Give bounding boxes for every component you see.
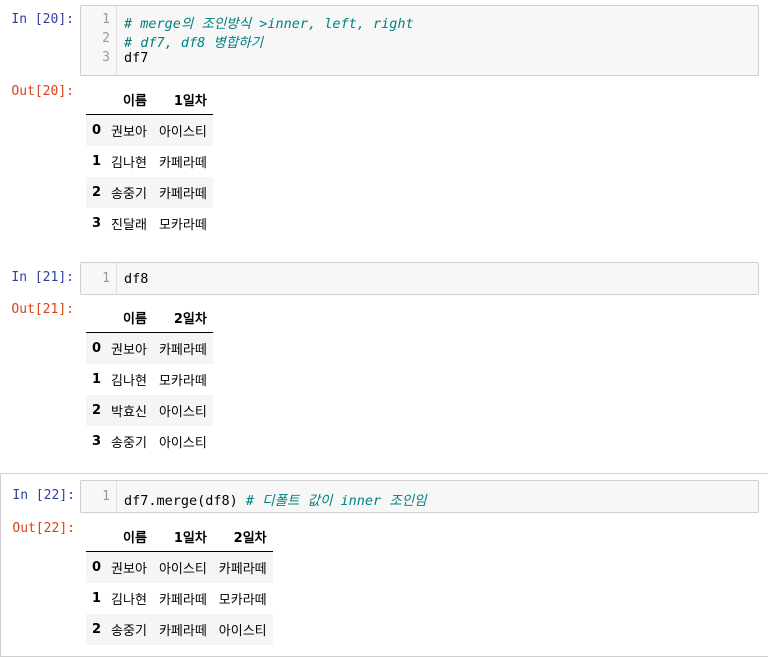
- line-number: 1: [102, 489, 110, 504]
- table-cell: 권보아: [111, 562, 147, 577]
- table-cell: 카페라떼: [158, 624, 207, 639]
- code-comment: # 디폴트 값이 inner 조인임: [245, 493, 427, 509]
- table-cell: 김나현: [111, 374, 147, 389]
- input-prompt: In [21]:: [11, 270, 74, 285]
- table-header-row: 이름 1일차 2일차: [86, 521, 273, 552]
- column-header: 이름: [105, 521, 153, 552]
- dataframe-table: 이름 2일차 0 권보아 카페라떼 1 김나현 모카라떼 2 박효신 아이스티 …: [86, 302, 213, 457]
- row-index: 2: [92, 622, 102, 637]
- table-row: 0 권보아 아이스티: [86, 114, 213, 146]
- line-number: 1: [102, 271, 110, 286]
- table-cell: 아이스티: [158, 405, 207, 420]
- table-cell: 김나현: [111, 593, 147, 608]
- line-number-gutter: 1: [81, 481, 117, 512]
- table-cell: 카페라떼: [218, 562, 267, 577]
- table-row: 3 송중기 아이스티: [86, 426, 213, 457]
- line-number: 1: [102, 12, 110, 27]
- code-text: df7.merge(df8): [124, 493, 246, 509]
- table-cell: 아이스티: [158, 436, 207, 451]
- column-header: 1일차: [152, 84, 213, 115]
- row-index: 1: [92, 372, 102, 387]
- table-cell: 모카라떼: [158, 374, 207, 389]
- row-index: 0: [92, 341, 102, 356]
- table-cell: 카페라떼: [158, 343, 207, 358]
- row-index: 3: [92, 434, 102, 449]
- table-row: 1 김나현 모카라떼: [86, 364, 213, 395]
- line-number-gutter: 1 2 3: [81, 6, 117, 75]
- table-row: 2 송중기 카페라떼: [86, 177, 213, 208]
- input-prompt: In [20]:: [11, 12, 74, 27]
- table-cell: 모카라떼: [218, 593, 267, 608]
- code-editor[interactable]: 1 df8: [80, 262, 759, 295]
- table-row: 0 권보아 카페라떼: [86, 332, 213, 364]
- table-row: 1 김나현 카페라떼: [86, 146, 213, 177]
- row-index: 3: [92, 216, 102, 231]
- table-row: 2 박효신 아이스티: [86, 395, 213, 426]
- line-number: 2: [102, 31, 110, 46]
- row-index: 2: [92, 403, 102, 418]
- row-index: 1: [92, 591, 102, 606]
- notebook-cell-20[interactable]: In [20]: 1 2 3 # merge의 조인방식 >inner, lef…: [0, 0, 768, 248]
- dataframe-table: 이름 1일차 2일차 0 권보아 아이스티 카페라떼 1 김나현 카페라떼 모카…: [86, 521, 273, 645]
- index-header: [86, 84, 106, 115]
- code-editor[interactable]: 1 2 3 # merge의 조인방식 >inner, left, right …: [80, 5, 759, 76]
- table-row: 2 송중기 카페라떼 아이스티: [86, 614, 273, 645]
- table-cell: 송중기: [111, 187, 147, 202]
- index-header: [86, 521, 106, 552]
- column-header: 이름: [105, 302, 153, 333]
- code-line-comment: # merge의 조인방식 >inner, left, right: [124, 16, 414, 32]
- code-editor[interactable]: 1 df7.merge(df8) # 디폴트 값이 inner 조인임: [80, 480, 759, 513]
- table-cell: 아이스티: [158, 562, 207, 577]
- line-number-gutter: 1: [81, 263, 117, 294]
- column-header: 2일차: [212, 521, 273, 552]
- notebook-cell-21[interactable]: In [21]: 1 df8 Out[21]: 이름 2일차 0 권보아 카페라…: [0, 256, 768, 468]
- table-cell: 진달래: [111, 218, 147, 233]
- table-row: 1 김나현 카페라떼 모카라떼: [86, 583, 273, 614]
- table-cell: 송중기: [111, 624, 147, 639]
- table-cell: 김나현: [111, 156, 147, 171]
- table-cell: 송중기: [111, 436, 147, 451]
- column-header: 2일차: [152, 302, 213, 333]
- table-cell: 아이스티: [218, 624, 267, 639]
- output-prompt: Out[21]:: [11, 302, 74, 317]
- table-row: 0 권보아 아이스티 카페라떼: [86, 551, 273, 583]
- row-index: 0: [92, 560, 102, 575]
- code-line-comment: # df7, df8 병합하기: [124, 35, 264, 51]
- table-cell: 카페라떼: [158, 593, 207, 608]
- table-cell: 아이스티: [158, 125, 207, 140]
- code-line: df7.merge(df8) # 디폴트 값이 inner 조인임: [124, 489, 427, 509]
- column-header: 이름: [105, 84, 153, 115]
- row-index: 1: [92, 154, 102, 169]
- row-index: 2: [92, 185, 102, 200]
- table-cell: 권보아: [111, 343, 147, 358]
- input-prompt: In [22]:: [12, 488, 75, 503]
- code-line: df7: [124, 50, 149, 66]
- table-cell: 카페라떼: [158, 187, 207, 202]
- row-index: 0: [92, 123, 102, 138]
- table-cell: 박효신: [111, 405, 147, 420]
- output-prompt: Out[22]:: [12, 521, 75, 536]
- line-number: 3: [102, 50, 110, 65]
- code-line: df8: [124, 271, 149, 287]
- index-header: [86, 302, 106, 333]
- table-cell: 카페라떼: [158, 156, 207, 171]
- table-cell: 모카라떼: [158, 218, 207, 233]
- notebook-cell-22[interactable]: In [22]: 1 df7.merge(df8) # 디폴트 값이 inner…: [0, 473, 768, 657]
- column-header: 1일차: [152, 521, 213, 552]
- output-prompt: Out[20]:: [11, 84, 74, 99]
- dataframe-table: 이름 1일차 0 권보아 아이스티 1 김나현 카페라떼 2 송중기 카페라떼 …: [86, 84, 213, 239]
- table-header-row: 이름 2일차: [86, 302, 213, 333]
- table-cell: 권보아: [111, 125, 147, 140]
- table-header-row: 이름 1일차: [86, 84, 213, 115]
- table-row: 3 진달래 모카라떼: [86, 208, 213, 239]
